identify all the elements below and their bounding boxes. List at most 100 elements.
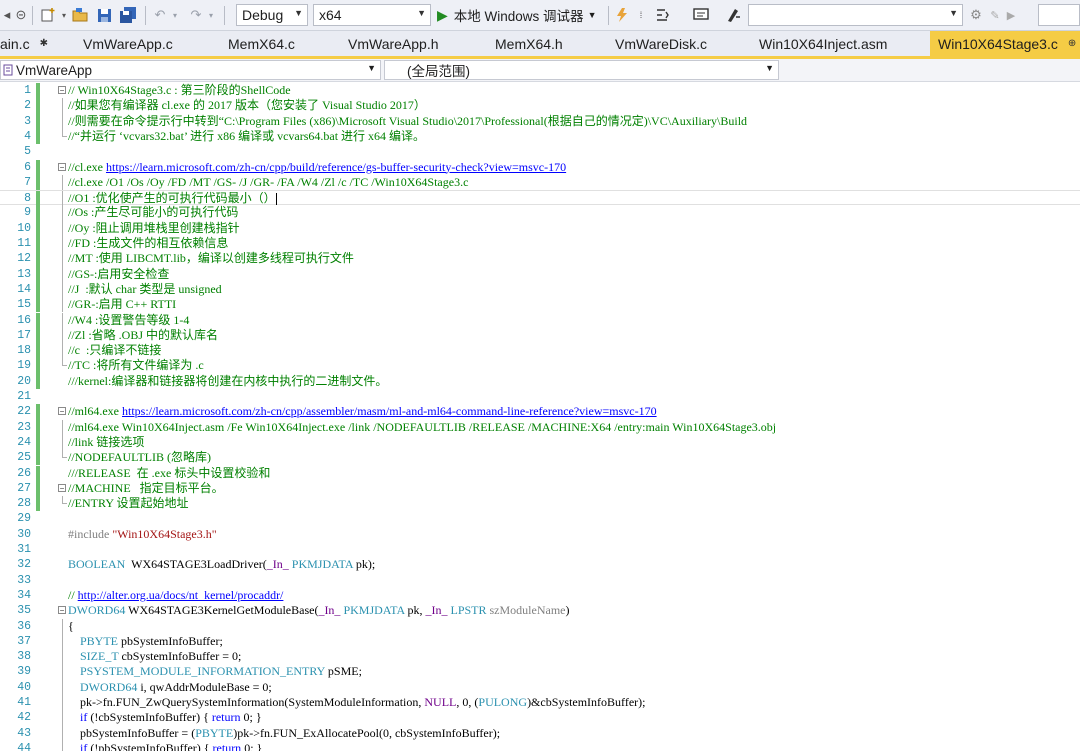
code-line[interactable]: 33 [0, 573, 1080, 588]
code-line[interactable]: 37 PBYTE pbSystemInfoBuffer; [0, 633, 1080, 650]
code-line[interactable]: 30 #include "Win10X64Stage3.h" [0, 527, 1080, 542]
code-line[interactable]: 15 //GR-:启用 C++ RTTI [0, 297, 1080, 313]
collapse-icon[interactable]: − [58, 86, 66, 95]
tab-memx64-h[interactable]: MemX64.h [495, 31, 563, 56]
code-line[interactable]: 39 PSYSTEM_MODULE_INFORMATION_ENTRY pSME… [0, 664, 1080, 680]
collapse-icon[interactable]: − [58, 606, 66, 615]
code-token: { [68, 618, 74, 633]
code-line[interactable]: 14 //J :默认 char 类型是 unsigned [0, 281, 1080, 298]
code-line[interactable]: 2 //如果您有编译器 cl.exe 的 2017 版本（您安装了 Visual … [0, 98, 1080, 114]
code-line[interactable]: 19 //TC :将所有文件编译为 .c [0, 358, 1080, 374]
code-line[interactable]: 1 −// Win10X64Stage3.c : 第三阶段的ShellCode [0, 83, 1080, 99]
line-number: 42 [17, 711, 31, 725]
code-line[interactable]: 18 //c :只编译不链接 [0, 343, 1080, 359]
code-text: //TC :将所有文件编译为 .c [68, 358, 204, 373]
code-editor[interactable]: 1−// Win10X64Stage3.c : 第三阶段的ShellCode 2/… [0, 82, 1080, 751]
code-line[interactable]: 22 −//ml64.exe https://learn.microsoft.co… [0, 404, 1080, 420]
attach-process-icon[interactable]: ⚙ [966, 4, 986, 26]
code-line[interactable]: 34 // http://alter.org.ua/docs/nt_kernel/… [0, 588, 1080, 603]
pin-icon[interactable]: ✱ [40, 38, 48, 49]
scope-select[interactable]: (全局范围) ▼ [384, 60, 779, 80]
new-project-icon[interactable] [37, 4, 59, 26]
toolbar-extra-field[interactable] [1038, 4, 1080, 26]
code-line[interactable]: 27 −//MACHINE 指定目标平台。 [0, 480, 1080, 497]
code-line[interactable]: 43 pbSystemInfoBuffer = (PBYTE)pk->fn.FU… [0, 725, 1080, 741]
code-link[interactable]: http://alter.org.ua/docs/nt_kernel/proca… [78, 588, 284, 602]
code-token: // Win10X64Stage3.c : 第三阶段的ShellCode [68, 83, 291, 97]
code-line[interactable]: 20 ///kernel:编译器和链接器将创建在内核中执行的二进制文件。 [0, 373, 1080, 389]
step-icon[interactable] [651, 4, 673, 26]
code-line[interactable]: 8 //O1 :优化使产生的可执行代码最小（） [0, 190, 1080, 207]
code-token: //NODEFAULTLIB (忽略库) [68, 450, 211, 465]
navigate-forward-icon[interactable]: ⊝ [14, 4, 28, 26]
solution-configuration-select[interactable]: Debug ▼ [236, 4, 308, 26]
start-debugging-button[interactable]: ▶ 本地 Windows 调试器 ▼ [437, 4, 596, 26]
overflow-chevron-icon[interactable]: ⁞ [634, 4, 648, 26]
undo-icon[interactable]: ↶ [150, 4, 170, 26]
code-line[interactable]: 24 //link 链接选项 [0, 434, 1080, 451]
tab-win10x64inject-asm[interactable]: Win10X64Inject.asm [759, 31, 887, 56]
project-select[interactable]: VmWareApp ▼ [0, 60, 381, 80]
redo-dropdown-icon[interactable]: ▾ [206, 4, 216, 26]
code-line[interactable]: 23 //ml64.exe Win10X64Inject.asm /Fe Win1… [0, 419, 1080, 435]
code-line[interactable]: 41 pk->fn.FUN_ZwQuerySystemInformation(S… [0, 695, 1080, 711]
code-line[interactable]: 28 //ENTRY 设置起始地址 [0, 496, 1080, 512]
code-text: pbSystemInfoBuffer = (PBYTE)pk->fn.FUN_E… [68, 726, 500, 741]
comment-icon[interactable] [690, 4, 712, 26]
code-line[interactable]: 10 //Oy :阻止调用堆栈里创建栈指针 [0, 220, 1080, 236]
outline-guide [62, 740, 63, 751]
find-combo[interactable]: ▼ [748, 4, 963, 26]
code-line[interactable]: 13 //GS-:启用安全检查 [0, 266, 1080, 282]
code-line[interactable]: 6 −//cl.exe https://learn.microsoft.com/z… [0, 159, 1080, 175]
code-line[interactable]: 5 [0, 144, 1080, 159]
outline-guide [62, 236, 63, 252]
tab-label: ain.c [0, 35, 30, 52]
tab-vmwaredisk-c[interactable]: VmWareDisk.c [615, 31, 707, 56]
code-link[interactable]: https://learn.microsoft.com/zh-cn/cpp/bu… [106, 160, 566, 174]
pin-icon[interactable]: ⊕ [1068, 38, 1076, 49]
solution-platform-select[interactable]: x64 ▼ [313, 4, 431, 26]
code-line[interactable]: 26 ///RELEASE 在 .exe 标头中设置校验和 [0, 465, 1080, 481]
code-line[interactable]: 11 //FD :生成文件的相互依赖信息 [0, 236, 1080, 252]
undo-dropdown-icon[interactable]: ▾ [170, 4, 180, 26]
tab-main-c[interactable]: ain.c ✱ [0, 31, 48, 56]
code-line[interactable]: 31 [0, 542, 1080, 557]
open-file-icon[interactable] [70, 4, 92, 26]
code-line[interactable]: 32 BOOLEAN WX64STAGE3LoadDriver(_In_ PKMJ… [0, 557, 1080, 572]
tab-vmwareapp-h[interactable]: VmWareApp.h [348, 31, 439, 56]
code-line[interactable]: 7 //cl.exe /O1 /Os /Oy /FD /MT /GS- /J /G… [0, 174, 1080, 191]
collapse-icon[interactable]: − [58, 162, 66, 171]
code-line[interactable]: 16 //W4 :设置警告等级 1-4 [0, 312, 1080, 328]
redo-icon[interactable]: ↷ [186, 4, 206, 26]
save-icon[interactable] [93, 4, 115, 26]
code-link[interactable]: https://learn.microsoft.com/zh-cn/cpp/as… [122, 404, 657, 418]
collapse-icon[interactable]: − [58, 407, 66, 416]
navigate-back-icon[interactable]: ◂ [0, 4, 14, 26]
code-text: //link 链接选项 [68, 435, 144, 450]
tab-vmwareapp-c[interactable]: VmWareApp.c [83, 31, 173, 56]
format-icon[interactable] [722, 4, 744, 26]
code-line[interactable]: 25 //NODEFAULTLIB (忽略库) [0, 450, 1080, 466]
code-line[interactable]: 4 //“并运行 ‘vcvars32.bat’ 进行 x86 编译或 vcvars… [0, 128, 1080, 145]
hot-reload-icon[interactable] [612, 4, 632, 26]
save-all-icon[interactable] [117, 4, 139, 26]
code-text: //如果您有编译器 cl.exe 的 2017 版本（您安装了 Visual S… [68, 98, 426, 113]
code-line[interactable]: 38 SIZE_T cbSystemInfoBuffer = 0; [0, 649, 1080, 665]
code-line[interactable]: 42 if (!cbSystemInfoBuffer) { return 0; … [0, 710, 1080, 726]
code-line[interactable]: 17 //Zl :省略 .OBJ 中的默认库名 [0, 327, 1080, 344]
code-line[interactable]: 40 DWORD64 i, qwAddrModuleBase = 0; [0, 679, 1080, 695]
code-line[interactable]: 3 //则需要在命令提示行中转到“C:\Program Files (x86)\M… [0, 113, 1080, 129]
tab-win10x64stage3-c[interactable]: Win10X64Stage3.c ⊕ [930, 31, 1080, 56]
code-line[interactable]: 35 − DWORD64 WX64STAGE3KernelGetModuleBase… [0, 603, 1080, 618]
outline-guide [62, 281, 63, 298]
code-line[interactable]: 12 //MT :使用 LIBCMT.lib，编译以创建多线程可执行文件 [0, 251, 1080, 267]
tab-memx64-c[interactable]: MemX64.c [228, 31, 295, 56]
code-line[interactable]: 36 { [0, 618, 1080, 634]
code-line[interactable]: 44 if (!pbSystemInfoBuffer) { return 0; … [0, 740, 1080, 751]
collapse-icon[interactable]: − [58, 483, 66, 492]
tab-label: Win10X64Inject.asm [759, 35, 888, 52]
code-line[interactable]: 29 [0, 511, 1080, 526]
new-project-dropdown-icon[interactable]: ▾ [59, 4, 69, 26]
code-line[interactable]: 9 //Os :产生尽可能小的可执行代码 [0, 205, 1080, 221]
code-line[interactable]: 21 [0, 389, 1080, 404]
